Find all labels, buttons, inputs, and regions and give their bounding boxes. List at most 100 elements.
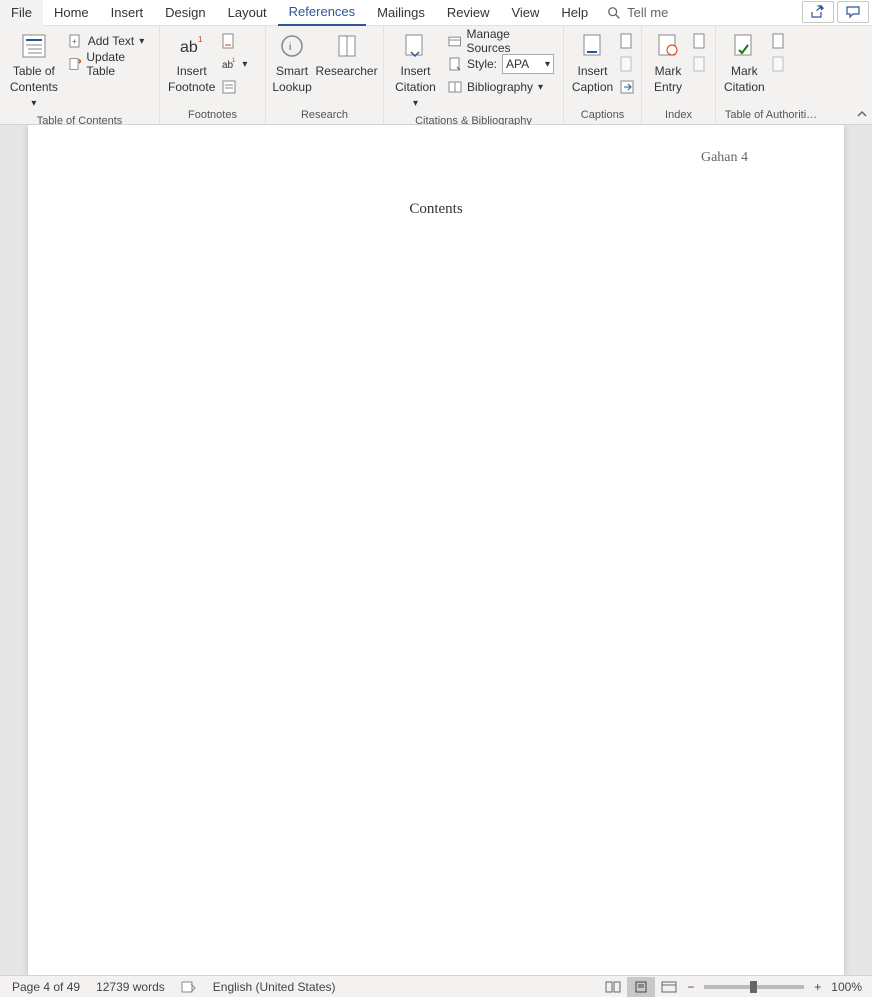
share-button[interactable]: [802, 1, 834, 23]
mark-entry-label: MarkEntry: [654, 64, 682, 95]
smart-lookup-label: SmartLookup: [272, 64, 311, 95]
smart-lookup-icon: i: [276, 30, 308, 62]
view-web-layout[interactable]: [655, 977, 683, 997]
group-label-index: Index: [646, 107, 711, 124]
insert-endnote-button[interactable]: [219, 30, 249, 52]
proofing-icon: [181, 980, 197, 994]
style-icon: [448, 57, 462, 71]
comments-button[interactable]: [837, 1, 869, 23]
insert-footnote-icon: ab1: [176, 30, 208, 62]
menu-tab-bar: File Home Insert Design Layout Reference…: [0, 0, 872, 26]
status-page[interactable]: Page 4 of 49: [4, 980, 88, 994]
add-text-button[interactable]: + Add Text▾: [64, 30, 155, 52]
document-area[interactable]: Gahan 4 Contents: [0, 125, 872, 975]
tab-layout[interactable]: Layout: [217, 0, 278, 26]
tell-me-search[interactable]: Tell me: [599, 5, 676, 20]
update-index-button[interactable]: [690, 53, 710, 75]
tab-file[interactable]: File: [0, 0, 43, 26]
group-label-footnotes: Footnotes: [164, 107, 261, 124]
zoom-slider-thumb[interactable]: [750, 981, 757, 993]
tab-review[interactable]: Review: [436, 0, 501, 26]
document-page[interactable]: Gahan 4 Contents: [28, 125, 844, 975]
tab-help[interactable]: Help: [550, 0, 599, 26]
table-of-figures-icon: [619, 33, 635, 49]
update-table-button[interactable]: Update Table: [64, 53, 155, 75]
insert-endnote-icon: [221, 33, 237, 49]
group-research: i SmartLookup Researcher Research: [266, 26, 384, 124]
collapse-ribbon-button[interactable]: [856, 108, 868, 120]
group-table-of-contents: Table ofContents ▾ + Add Text▾ Update Ta…: [0, 26, 160, 124]
smart-lookup-button[interactable]: i SmartLookup: [270, 28, 314, 97]
cross-reference-icon: [619, 79, 635, 95]
citation-style-dropdown[interactable]: APA▾: [502, 54, 554, 74]
update-toa-icon: [771, 56, 787, 72]
status-word-count[interactable]: 12739 words: [88, 980, 173, 994]
insert-index-button[interactable]: [690, 30, 710, 52]
bibliography-label: Bibliography: [467, 80, 533, 94]
group-index: MarkEntry Index: [642, 26, 716, 124]
tabs: File Home Insert Design Layout Reference…: [0, 0, 676, 25]
insert-index-icon: [692, 33, 708, 49]
insert-citation-button[interactable]: InsertCitation ▾: [388, 28, 443, 113]
bibliography-button[interactable]: Bibliography▾: [443, 76, 559, 98]
view-read-mode[interactable]: [599, 977, 627, 997]
status-proofing[interactable]: [173, 980, 205, 994]
next-footnote-icon: ab1: [221, 56, 237, 72]
comment-icon: [845, 5, 861, 19]
update-table-of-figures-button[interactable]: [617, 53, 637, 75]
status-bar: Page 4 of 49 12739 words English (United…: [0, 975, 872, 997]
zoom-percent[interactable]: 100%: [825, 980, 868, 994]
update-toa-button[interactable]: [769, 53, 789, 75]
researcher-button[interactable]: Researcher: [314, 28, 379, 82]
zoom-in-button[interactable]: +: [810, 980, 825, 994]
print-layout-icon: [633, 981, 649, 993]
svg-text:ab: ab: [180, 39, 198, 56]
svg-text:1: 1: [232, 58, 236, 64]
tell-me-label: Tell me: [627, 5, 668, 20]
search-icon: [607, 6, 621, 20]
insert-table-of-figures-button[interactable]: [617, 30, 637, 52]
group-table-of-authorities: MarkCitation Table of Authoriti…: [716, 26, 826, 124]
read-mode-icon: [605, 981, 621, 993]
insert-toa-button[interactable]: [769, 30, 789, 52]
next-footnote-button[interactable]: ab1▾: [219, 53, 249, 75]
bibliography-icon: [448, 80, 462, 94]
show-notes-button[interactable]: [219, 76, 249, 98]
view-print-layout[interactable]: [627, 977, 655, 997]
researcher-label: Researcher: [316, 64, 378, 80]
cross-reference-button[interactable]: [617, 76, 637, 98]
tab-references[interactable]: References: [278, 0, 366, 26]
manage-sources-button[interactable]: Manage Sources: [443, 30, 559, 52]
style-value: APA: [506, 57, 529, 71]
researcher-icon: [331, 30, 363, 62]
citation-style-control[interactable]: Style: APA▾: [443, 53, 559, 75]
group-captions: InsertCaption Captions: [564, 26, 642, 124]
tab-mailings[interactable]: Mailings: [366, 0, 436, 26]
zoom-out-button[interactable]: −: [683, 980, 698, 994]
table-of-contents-button[interactable]: Table ofContents ▾: [4, 28, 64, 113]
table-of-contents-label: Table ofContents ▾: [8, 64, 60, 111]
zoom-slider[interactable]: [704, 985, 804, 989]
mark-citation-button[interactable]: MarkCitation: [720, 28, 769, 97]
status-language[interactable]: English (United States): [205, 980, 344, 994]
mark-citation-label: MarkCitation: [724, 64, 765, 95]
tab-view[interactable]: View: [500, 0, 550, 26]
tab-home[interactable]: Home: [43, 0, 100, 26]
mark-citation-icon: [728, 30, 760, 62]
insert-citation-label: InsertCitation ▾: [392, 64, 439, 111]
table-of-contents-icon: [18, 30, 50, 62]
manage-sources-label: Manage Sources: [466, 27, 554, 55]
page-header-text: Gahan 4: [701, 150, 748, 166]
tab-insert[interactable]: Insert: [100, 0, 155, 26]
insert-caption-button[interactable]: InsertCaption: [568, 28, 617, 97]
tab-design[interactable]: Design: [154, 0, 216, 26]
insert-footnote-button[interactable]: ab1 InsertFootnote: [164, 28, 219, 97]
web-layout-icon: [661, 981, 677, 993]
chevron-up-icon: [856, 108, 868, 120]
insert-citation-icon: [399, 30, 431, 62]
update-figures-icon: [619, 56, 635, 72]
manage-sources-icon: [448, 34, 462, 48]
update-index-icon: [692, 56, 708, 72]
svg-text:i: i: [289, 42, 291, 53]
mark-entry-button[interactable]: MarkEntry: [646, 28, 690, 97]
